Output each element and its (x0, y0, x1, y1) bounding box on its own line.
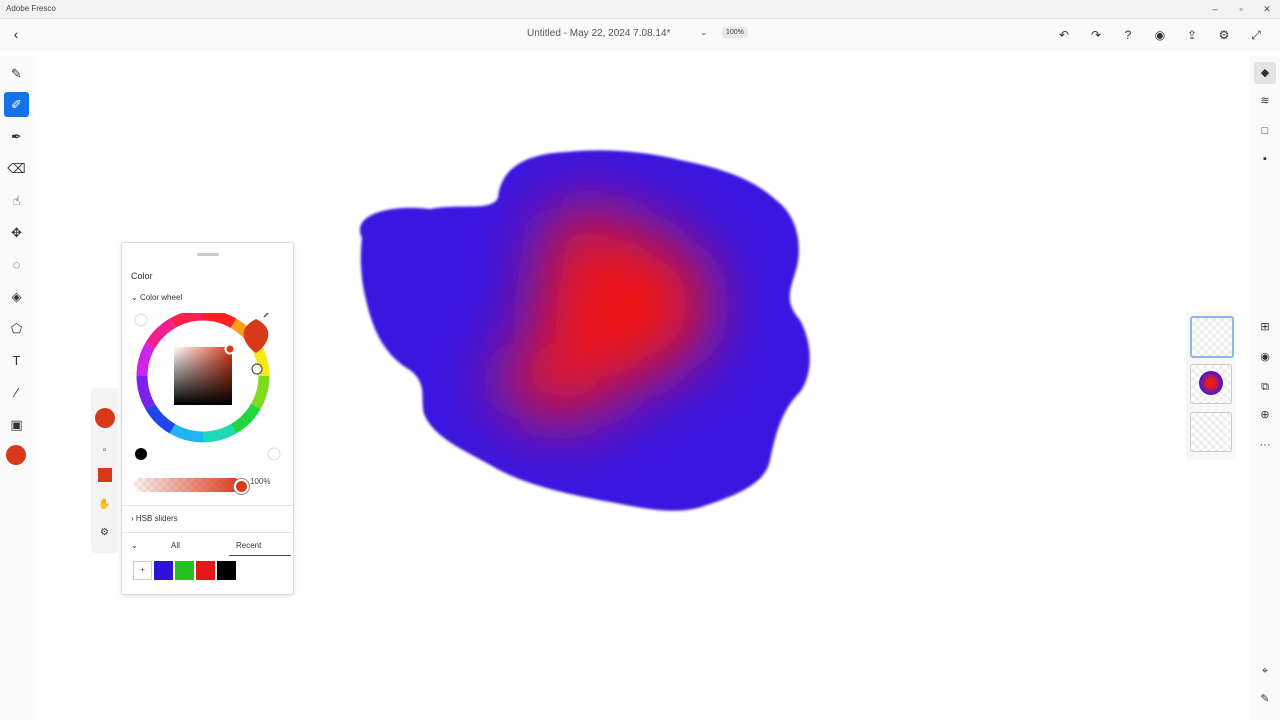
current-color-drop (243, 319, 269, 353)
thumb-icon[interactable]: ✋ (94, 494, 115, 515)
color-swatch-button[interactable] (95, 408, 115, 428)
panel-title: Color (131, 271, 153, 281)
shapes-tool[interactable]: ⬠ (4, 316, 29, 341)
eraser-tool[interactable]: ⌫ (4, 156, 29, 181)
close-button[interactable]: ✕ (1254, 0, 1280, 18)
opacity-slider-row: 100% (133, 475, 288, 495)
add-layer-icon[interactable]: ⊞ (1254, 316, 1276, 338)
comments-icon[interactable]: ▪ (1254, 148, 1276, 170)
divider (122, 505, 293, 506)
sb-picker-handle[interactable] (224, 343, 236, 355)
recent-swatches: + (133, 561, 238, 580)
opacity-slider[interactable] (134, 478, 241, 492)
back-button[interactable]: ‹ (8, 25, 24, 43)
swatch-tabs: ⌄ All Recent (131, 539, 291, 557)
swatch[interactable] (154, 561, 173, 580)
smudge-tool[interactable]: ☝ (4, 188, 29, 213)
share-button[interactable]: ⇪ (1176, 25, 1208, 45)
layer-properties-icon[interactable]: ≋ (1254, 90, 1276, 112)
swatch[interactable] (175, 561, 194, 580)
image-tool[interactable]: ▣ (4, 412, 29, 437)
color-side-rail: ▫ ✋ ⚙ (91, 388, 118, 553)
fullscreen-button[interactable]: ⤢ (1240, 25, 1272, 45)
right-toolbar: ◆ ≋ □ ▪ ⊞ ◉ ⧉ ⊕ ··· ⌖ ✎ (1250, 56, 1280, 720)
pencil-icon[interactable]: ✎ (1254, 688, 1276, 710)
opacity-value: 100% (250, 477, 271, 486)
livestream-button[interactable]: ◉ (1144, 25, 1176, 45)
tab-underline (229, 555, 291, 556)
color-wheel-label: Color wheel (139, 293, 183, 302)
duplicate-icon[interactable]: ⧉ (1254, 376, 1276, 398)
canvas-icon[interactable]: □ (1254, 120, 1276, 142)
layers-panel (1186, 312, 1236, 460)
help-button[interactable]: ? (1112, 25, 1144, 45)
move-tool[interactable]: ✥ (4, 220, 29, 245)
opacity-handle[interactable] (234, 479, 249, 494)
top-actions: ↶ ↷ ? ◉ ⇪ ⚙ ⤢ (1048, 25, 1272, 45)
panel-grip[interactable] (197, 253, 219, 256)
swatch[interactable] (196, 561, 215, 580)
tab-recent[interactable]: Recent (236, 541, 261, 550)
more-icon[interactable]: ··· (1254, 434, 1276, 456)
square-swatch-button[interactable] (98, 468, 112, 482)
window-controls: – ▫ ✕ (1202, 0, 1280, 18)
opacity-fill (134, 478, 241, 492)
eyedropper-icon[interactable] (263, 313, 270, 318)
layer-art (1199, 371, 1223, 395)
layer-thumbnail[interactable] (1190, 316, 1234, 358)
add-swatch-button[interactable]: + (133, 561, 152, 580)
pixel-brush-tool[interactable]: ✎ (4, 61, 29, 86)
hue-picker-handle[interactable] (251, 363, 263, 375)
redo-button[interactable]: ↷ (1080, 25, 1112, 45)
divider (122, 532, 293, 533)
brightness-overlay (174, 347, 232, 405)
lasso-tool[interactable]: ◌ (4, 252, 29, 277)
current-color-button[interactable] (6, 445, 26, 465)
top-bar: ‹ Untitled - May 22, 2024 7.08.14* ⌄ 100… (0, 19, 1280, 51)
tab-all[interactable]: All (171, 541, 180, 550)
black-swatch-dot[interactable] (135, 448, 147, 460)
layer-thumbnail[interactable] (1190, 412, 1232, 452)
visibility-icon[interactable]: ◉ (1254, 346, 1276, 368)
zoom-level[interactable]: 100% (722, 27, 748, 38)
fill-tool[interactable]: ◈ (4, 284, 29, 309)
touch-shortcut-icon[interactable]: ⌖ (1254, 660, 1276, 682)
live-brush-tool[interactable]: ✐ (4, 92, 29, 117)
settings-icon[interactable]: ⚙ (94, 522, 115, 543)
layers-icon[interactable]: ◆ (1254, 62, 1276, 84)
maximize-button[interactable]: ▫ (1228, 0, 1254, 18)
swatch[interactable] (217, 561, 236, 580)
app-title: Adobe Fresco (6, 4, 56, 13)
layer-thumbnail[interactable] (1190, 364, 1232, 404)
text-tool[interactable]: T (4, 348, 29, 373)
empty-color-slot[interactable] (134, 313, 148, 327)
settings-button[interactable]: ⚙ (1208, 25, 1240, 45)
vector-brush-tool[interactable]: ✒ (4, 124, 29, 149)
white-swatch-dot[interactable] (267, 447, 281, 461)
title-bar: Adobe Fresco – ▫ ✕ (0, 0, 1280, 19)
hsb-label: HSB sliders (135, 514, 178, 523)
chevron-down-icon[interactable]: ⌄ (700, 27, 708, 38)
undo-button[interactable]: ↶ (1048, 25, 1080, 45)
eyedropper-tool[interactable]: ⁄ (4, 380, 29, 405)
chevron-down-icon: ⌄ (131, 293, 140, 302)
chevron-down-icon[interactable]: ⌄ (131, 541, 138, 550)
color-wheel-header[interactable]: ⌄ Color wheel (131, 293, 182, 302)
color-wheel[interactable] (134, 313, 284, 463)
lock-icon[interactable]: ⊕ (1254, 404, 1276, 426)
color-panel: Color ⌄ Color wheel 100% › HSB sliders ⌄… (121, 242, 294, 595)
brush-size-icon[interactable]: ▫ (94, 440, 115, 461)
paint-blob (359, 150, 810, 511)
minimize-button[interactable]: – (1202, 0, 1228, 18)
hsb-sliders-toggle[interactable]: › HSB sliders (131, 514, 178, 523)
document-title[interactable]: Untitled - May 22, 2024 7.08.14* (527, 28, 670, 39)
left-toolbar: ✎ ✐ ✒ ⌫ ☝ ✥ ◌ ◈ ⬠ T ⁄ ▣ (0, 56, 33, 720)
